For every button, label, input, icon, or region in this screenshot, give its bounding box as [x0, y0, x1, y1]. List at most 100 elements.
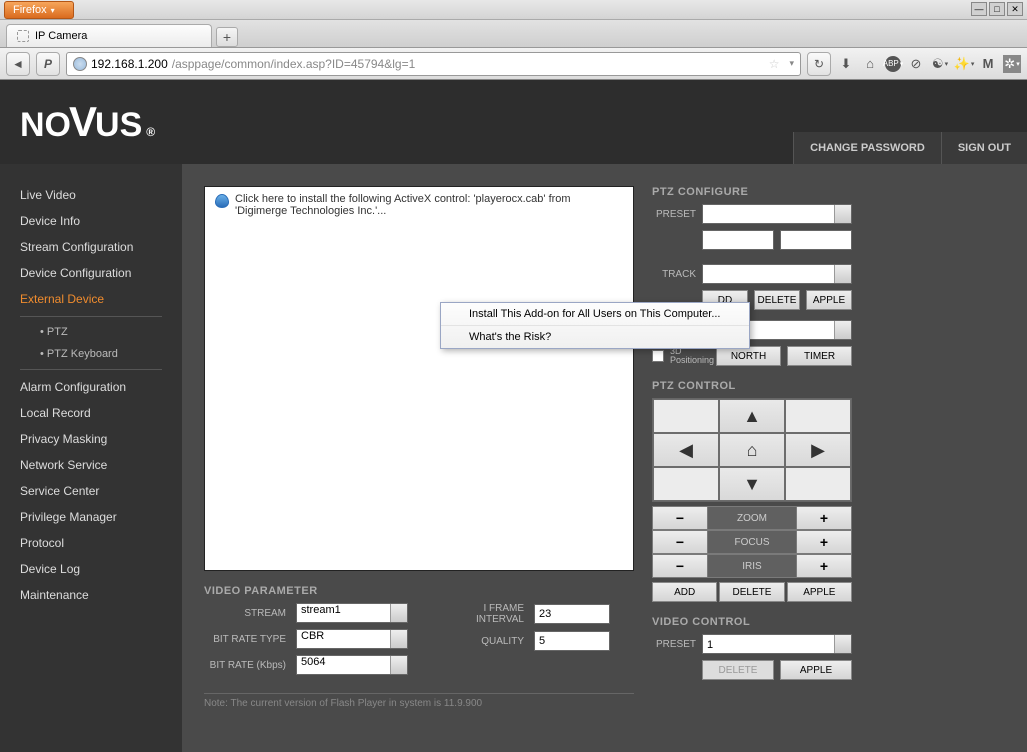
preset-select[interactable]: ▼: [702, 204, 852, 224]
3d-positioning-checkbox[interactable]: [652, 350, 664, 362]
preset-label: PRESET: [652, 209, 696, 220]
sidebar-item-device-config[interactable]: Device Configuration: [0, 260, 182, 286]
focus-in-button[interactable]: +: [796, 530, 852, 554]
sidebar-item-privilege-manager[interactable]: Privilege Manager: [0, 504, 182, 530]
zoom-label: ZOOM: [708, 506, 796, 530]
sidebar-item-external-device[interactable]: External Device: [0, 286, 182, 312]
timer-button[interactable]: TIMER: [787, 346, 852, 366]
iris-label: IRIS: [708, 554, 796, 578]
shield-icon: [215, 194, 229, 208]
activex-install-message: Click here to install the following Acti…: [235, 193, 623, 217]
north-button[interactable]: NORTH: [716, 346, 781, 366]
zoom-out-button[interactable]: −: [652, 506, 708, 530]
back-button[interactable]: ◄: [6, 52, 30, 76]
iframe-interval-label: I FRAME INTERVAL: [434, 603, 524, 625]
sidebar-item-network-service[interactable]: Network Service: [0, 452, 182, 478]
ptz-pad-blank: [653, 399, 719, 433]
noscript-icon[interactable]: ⊘: [907, 55, 925, 73]
url-host: 192.168.1.200: [91, 57, 168, 71]
abp-icon[interactable]: ABP: [885, 56, 901, 72]
track-label: TRACK: [652, 269, 696, 280]
change-password-link[interactable]: CHANGE PASSWORD: [793, 132, 941, 164]
firefox-app-button[interactable]: Firefox: [4, 1, 74, 19]
ptz-pad-blank: [653, 467, 719, 501]
focus-out-button[interactable]: −: [652, 530, 708, 554]
sidebar-item-device-log[interactable]: Device Log: [0, 556, 182, 582]
sidebar-item-maintenance[interactable]: Maintenance: [0, 582, 182, 608]
sidebar-sub-ptz-keyboard[interactable]: PTZ Keyboard: [0, 343, 182, 365]
window-close[interactable]: ✕: [1007, 2, 1023, 16]
zoom-in-button[interactable]: +: [796, 506, 852, 530]
iris-open-button[interactable]: +: [796, 554, 852, 578]
sidebar-item-stream-config[interactable]: Stream Configuration: [0, 234, 182, 260]
preset-field-1[interactable]: [702, 230, 774, 250]
ctx-whats-the-risk[interactable]: What's the Risk?: [441, 326, 749, 348]
tab-favicon: [17, 30, 29, 42]
home-icon[interactable]: ⌂: [861, 55, 879, 73]
firefox-menu-bar: Firefox — □ ✕: [0, 0, 1027, 20]
ptz-up-button[interactable]: ▲: [719, 399, 785, 433]
url-bar[interactable]: 192.168.1.200/asppage/common/index.asp?I…: [66, 52, 801, 76]
download-icon[interactable]: ⬇: [837, 55, 855, 73]
browser-tab[interactable]: IP Camera: [6, 24, 212, 47]
ptz-right-button[interactable]: ▶: [785, 433, 851, 467]
track-delete-button[interactable]: DELETE: [754, 290, 800, 310]
gmail-icon[interactable]: M: [979, 55, 997, 73]
track-select[interactable]: ▼: [702, 264, 852, 284]
sidebar: Live Video Device Info Stream Configurat…: [0, 164, 182, 752]
sidebar-item-local-record[interactable]: Local Record: [0, 400, 182, 426]
ptz-left-button[interactable]: ◀: [653, 433, 719, 467]
new-tab-button[interactable]: +: [216, 27, 238, 47]
preset-field-2[interactable]: [780, 230, 852, 250]
snowflake-icon[interactable]: ✲: [1003, 55, 1021, 73]
sidebar-item-protocol[interactable]: Protocol: [0, 530, 182, 556]
window-minimize[interactable]: —: [971, 2, 987, 16]
ptz-home-button[interactable]: ⌂: [719, 433, 785, 467]
sidebar-divider: [20, 369, 162, 370]
lastpass-icon[interactable]: P: [36, 52, 60, 76]
vc-preset-select[interactable]: 1▼: [702, 634, 852, 654]
ptz-direction-pad: ▲ ◀ ⌂ ▶ ▼: [652, 398, 852, 502]
nav-toolbar: ◄ P 192.168.1.200/asppage/common/index.a…: [0, 48, 1027, 80]
video-control-title: VIDEO CONTROL: [652, 616, 852, 628]
wand-icon[interactable]: ✨: [955, 55, 973, 73]
stream-select[interactable]: stream1▼: [296, 603, 408, 623]
window-maximize[interactable]: □: [989, 2, 1005, 16]
bitrate-type-select[interactable]: CBR▼: [296, 629, 408, 649]
iris-close-button[interactable]: −: [652, 554, 708, 578]
vc-apple-button[interactable]: APPLE: [780, 660, 852, 680]
iframe-interval-input[interactable]: [534, 604, 610, 624]
ptz-control-title: PTZ CONTROL: [652, 380, 852, 392]
sidebar-divider: [20, 316, 162, 317]
sidebar-sub-ptz[interactable]: PTZ: [0, 321, 182, 343]
page-header: NOVUS® CHANGE PASSWORD SIGN OUT: [0, 80, 1027, 164]
ctx-install-addon[interactable]: Install This Add-on for All Users on Thi…: [441, 303, 749, 326]
ptz-delete-button[interactable]: DELETE: [719, 582, 784, 602]
sidebar-item-live-video[interactable]: Live Video: [0, 182, 182, 208]
site-identity-icon: [73, 57, 87, 71]
sidebar-item-alarm-config[interactable]: Alarm Configuration: [0, 374, 182, 400]
ptz-apple-button[interactable]: APPLE: [787, 582, 852, 602]
quality-input[interactable]: [534, 631, 610, 651]
track-apple-button[interactable]: APPLE: [806, 290, 852, 310]
dropdown-toggle[interactable]: ▾: [789, 58, 794, 69]
vc-delete-button[interactable]: DELETE: [702, 660, 774, 680]
tab-strip: IP Camera +: [0, 20, 1027, 48]
greasemonkey-icon[interactable]: ☯: [931, 55, 949, 73]
3d-positioning-label: 3D Positioning: [670, 347, 710, 365]
flash-version-note: Note: The current version of Flash Playe…: [204, 693, 634, 709]
sidebar-item-device-info[interactable]: Device Info: [0, 208, 182, 234]
ptz-add-button[interactable]: ADD: [652, 582, 717, 602]
reload-button[interactable]: ↻: [807, 52, 831, 76]
sidebar-item-service-center[interactable]: Service Center: [0, 478, 182, 504]
bitrate-select[interactable]: 5064▼: [296, 655, 408, 675]
vc-preset-label: PRESET: [652, 639, 696, 650]
sidebar-item-privacy-masking[interactable]: Privacy Masking: [0, 426, 182, 452]
sign-out-link[interactable]: SIGN OUT: [941, 132, 1027, 164]
ptz-configure-title: PTZ CONFIGURE: [652, 186, 852, 198]
tab-title: IP Camera: [35, 30, 87, 42]
url-path: /asppage/common/index.asp?ID=45794&lg=1: [172, 57, 416, 71]
bookmark-star-icon[interactable]: ☆: [769, 57, 780, 71]
video-activex-placeholder[interactable]: Click here to install the following Acti…: [204, 186, 634, 571]
ptz-down-button[interactable]: ▼: [719, 467, 785, 501]
